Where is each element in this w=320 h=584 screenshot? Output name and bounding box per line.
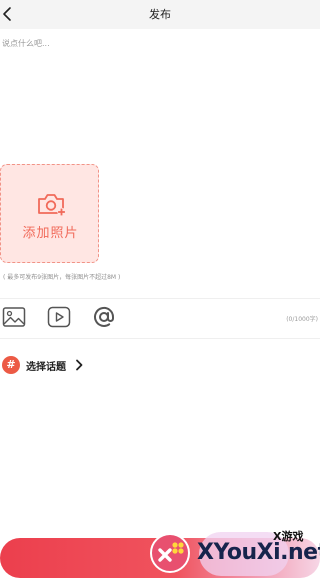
- gamepad-logo-icon: [150, 533, 190, 573]
- watermark-brand-domain: XYouXi.net: [197, 540, 320, 565]
- divider: [0, 338, 320, 339]
- chevron-right-icon: [76, 359, 83, 371]
- divider: [0, 298, 320, 299]
- page-title: 发布: [149, 8, 171, 21]
- select-topic-label: 选择话题: [26, 362, 66, 373]
- char-counter: (0/1000字): [286, 316, 318, 323]
- post-text-input[interactable]: [2, 36, 316, 154]
- upload-limit-hint: ( 最多可发布9张图片，每张图片不超过8M ): [3, 274, 121, 281]
- add-photo-button[interactable]: 添加照片: [0, 164, 99, 263]
- at-icon[interactable]: [92, 305, 116, 329]
- add-photo-label: 添加照片: [22, 226, 79, 241]
- hashtag-icon: #: [2, 356, 20, 374]
- watermark: X游戏 XYouXi.net: [149, 526, 320, 584]
- camera-add-icon: [38, 194, 66, 217]
- top-bar: 发布: [0, 0, 320, 29]
- image-icon[interactable]: [2, 305, 26, 329]
- video-icon[interactable]: [47, 305, 71, 329]
